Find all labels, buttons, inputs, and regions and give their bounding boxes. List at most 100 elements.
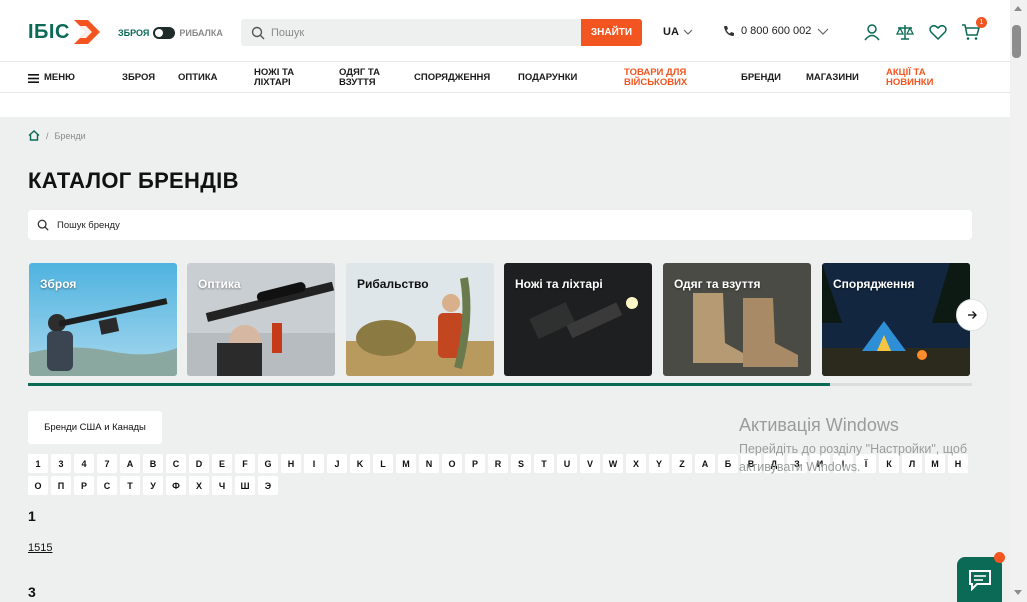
carousel-next-button[interactable] (956, 299, 988, 331)
nav-item-knives[interactable]: НОЖІ ТА ЛІХТАРІ (254, 63, 309, 93)
arrow-right-icon (968, 311, 977, 319)
windows-activation-watermark: Активація Windows Перейдіть до розділу "… (739, 415, 967, 476)
alphabet-letter-button[interactable]: А (695, 454, 715, 473)
search-input[interactable] (265, 19, 581, 46)
alphabet-letter-button[interactable]: 4 (74, 454, 94, 473)
alphabet-letter-button[interactable]: B (143, 454, 163, 473)
watermark-title: Активація Windows (739, 415, 899, 435)
nav-item-gifts[interactable]: ПОДАРУНКИ (518, 63, 577, 93)
alphabet-letter-button[interactable]: K (350, 454, 370, 473)
hamburger-icon (28, 73, 39, 83)
nav-item-stores[interactable]: МАГАЗИНИ (806, 63, 859, 93)
nav-item-military[interactable]: ТОВАРИ ДЛЯ ВІЙСЬКОВИХ (624, 63, 706, 93)
alphabet-letter-button[interactable]: Х (189, 476, 209, 495)
alphabet-letter-button[interactable]: D (189, 454, 209, 473)
alphabet-letter-button[interactable]: Ф (166, 476, 186, 495)
mode-toggle[interactable] (153, 27, 176, 39)
alphabet-letter-button[interactable]: Ч (212, 476, 232, 495)
alphabet-letter-button[interactable]: V (580, 454, 600, 473)
menu-button[interactable]: МЕНЮ (28, 63, 75, 93)
alphabet-letter-button[interactable]: W (603, 454, 623, 473)
alphabet-letter-button[interactable]: A (120, 454, 140, 473)
category-card-knives[interactable]: Ножі та ліхтарі (504, 263, 652, 376)
chevron-down-icon (817, 28, 829, 35)
page-scrollbar[interactable] (1010, 0, 1027, 602)
scrollbar-thumb[interactable] (1012, 25, 1021, 58)
alphabet-letter-button[interactable]: O (442, 454, 462, 473)
phone-selector[interactable]: 0 800 600 002 (723, 25, 829, 37)
category-card-optics[interactable]: Оптика (187, 263, 335, 376)
watermark-line-2: активувати Windows. (739, 460, 861, 475)
alphabet-letter-button[interactable]: N (419, 454, 439, 473)
alphabet-letter-button[interactable]: П (51, 476, 71, 495)
nav-item-optics[interactable]: ОПТИКА (178, 63, 218, 93)
alphabet-letter-button[interactable]: 1 (28, 454, 48, 473)
search-icon (251, 26, 265, 39)
alphabet-letter-button[interactable]: C (166, 454, 186, 473)
category-label: Оптика (198, 277, 241, 291)
menu-label: МЕНЮ (44, 72, 75, 84)
brand-link[interactable]: 1515 (28, 542, 52, 554)
alphabet-letter-button[interactable]: H (281, 454, 301, 473)
mode-weapons-label: ЗБРОЯ (118, 28, 150, 38)
alphabet-letter-button[interactable]: Ш (235, 476, 255, 495)
alphabet-letter-button[interactable]: L (373, 454, 393, 473)
user-icon[interactable] (862, 22, 882, 42)
alphabet-letter-button[interactable]: U (557, 454, 577, 473)
alphabet-letter-button[interactable]: F (235, 454, 255, 473)
alphabet-letter-button[interactable]: G (258, 454, 278, 473)
alphabet-letter-button[interactable]: Р (74, 476, 94, 495)
alphabet-letter-button[interactable]: T (534, 454, 554, 473)
header-actions: 1 (862, 17, 987, 42)
heart-icon[interactable] (928, 22, 948, 42)
carousel-progress-fill (28, 383, 831, 386)
alphabet-letter-button[interactable]: E (212, 454, 232, 473)
alphabet-letter-button[interactable]: P (465, 454, 485, 473)
brand-search-input[interactable] (49, 219, 972, 231)
alphabet-letter-button[interactable]: M (396, 454, 416, 473)
alphabet-letter-button[interactable]: S (511, 454, 531, 473)
alphabet-letter-button[interactable]: О (28, 476, 48, 495)
scroll-down-arrow-icon[interactable] (1014, 590, 1022, 595)
nav-item-weapons[interactable]: ЗБРОЯ (122, 63, 155, 93)
search-button[interactable]: ЗНАЙТИ (581, 19, 642, 46)
logo[interactable]: ІБІС (28, 18, 102, 46)
breadcrumb: / Бренди (28, 130, 86, 141)
cart-button[interactable]: 1 (961, 17, 987, 42)
group-heading: 1 (28, 508, 36, 524)
nav-item-clothing[interactable]: ОДЯГ ТА ВЗУТТЯ (339, 63, 391, 93)
main-nav: МЕНЮ ЗБРОЯ ОПТИКА НОЖІ ТА ЛІХТАРІ ОДЯГ Т… (0, 63, 1010, 93)
home-icon[interactable] (28, 130, 40, 141)
nav-item-sales[interactable]: АКЦІЇ ТА НОВИНКИ (886, 63, 944, 93)
category-card-weapons[interactable]: Зброя (29, 263, 177, 376)
alphabet-letter-button[interactable]: Т (120, 476, 140, 495)
page-title: КАТАЛОГ БРЕНДІВ (28, 168, 239, 193)
compare-scales-icon[interactable] (895, 22, 915, 42)
alphabet-letter-button[interactable]: X (626, 454, 646, 473)
chat-button[interactable] (957, 557, 1002, 602)
alphabet-letter-button[interactable]: J (327, 454, 347, 473)
category-label: Одяг та взуття (674, 277, 761, 291)
alphabet-letter-button[interactable]: R (488, 454, 508, 473)
scroll-up-arrow-icon[interactable] (1014, 6, 1022, 11)
alphabet-letter-button[interactable]: 3 (51, 454, 71, 473)
category-card-equipment[interactable]: Спорядження (822, 263, 970, 376)
alphabet-letter-button[interactable]: Z (672, 454, 692, 473)
nav-item-equipment[interactable]: СПОРЯДЖЕННЯ (414, 63, 490, 93)
alphabet-letter-button[interactable]: С (97, 476, 117, 495)
region-tab-usa-canada[interactable]: Бренди США и Канады (28, 411, 162, 444)
category-card-clothing[interactable]: Одяг та взуття (663, 263, 811, 376)
header: ІБІС ЗБРОЯ РИБАЛКА ЗНАЙТИ UA 0 800 600 0… (0, 0, 1010, 62)
nav-item-brands[interactable]: БРЕНДИ (741, 63, 781, 93)
alphabet-letter-button[interactable]: Y (649, 454, 669, 473)
category-card-fishing[interactable]: Рибальство (346, 263, 494, 376)
mode-switch[interactable]: ЗБРОЯ РИБАЛКА (118, 27, 223, 39)
alphabet-letter-button[interactable]: Б (718, 454, 738, 473)
alphabet-letter-button[interactable]: I (304, 454, 324, 473)
phone-number: 0 800 600 002 (741, 25, 812, 37)
language-selector[interactable]: UA (663, 26, 693, 38)
alphabet-letter-button[interactable]: Э (258, 476, 278, 495)
alphabet-letter-button[interactable]: У (143, 476, 163, 495)
alphabet-letter-button[interactable]: 7 (97, 454, 117, 473)
chat-icon (968, 569, 991, 591)
